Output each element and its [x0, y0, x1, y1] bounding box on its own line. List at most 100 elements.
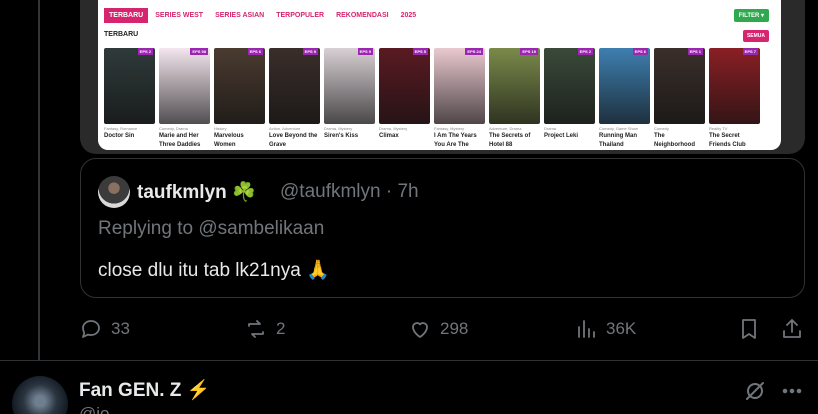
poster-genre: Drama, Mystery	[379, 126, 408, 131]
poster-title: I Am The Years You Are The Stars	[434, 133, 477, 148]
poster-genre: Action, Adventure	[269, 126, 301, 131]
embedded-poster-card: EPS 7 Reality TV The Secret Friends Club	[709, 48, 760, 150]
embedded-poster-card: EPS 98 Comedy, Drama Marie and Her Three D…	[159, 48, 210, 150]
embedded-poster-card: EPS 9 Drama, Mystery Siren's Kiss	[324, 48, 375, 150]
embedded-tab: SERIES ASIAN	[215, 12, 265, 19]
episode-badge: EPS 1	[687, 48, 703, 55]
poster-image: EPS 6	[599, 48, 650, 124]
poster-title: The Neighborhood	[654, 133, 695, 148]
next-handle[interactable]: @jo....	[79, 404, 128, 414]
poster-image: EPS 98	[159, 48, 210, 124]
embedded-website-screenshot: TERBARU SERIES WEST SERIES ASIAN TERPOPU…	[98, 0, 781, 150]
poster-image: EPS 1	[654, 48, 705, 124]
poster-image: EPS 24	[434, 48, 485, 124]
embedded-poster-row: EPS 2 Fantasy, Romance Doctor Sin EPS 98 Com…	[104, 48, 760, 150]
reply-button[interactable]: 33	[79, 317, 130, 341]
like-count: 298	[440, 319, 469, 338]
reply-count: 33	[111, 319, 130, 338]
embedded-poster-card: EPS 6 Comedy, Game Show Running Man Thaila…	[599, 48, 650, 150]
embedded-see-all: SEMUA	[742, 30, 769, 42]
poster-title: Climax	[379, 133, 399, 139]
view-count: 36K	[606, 319, 637, 338]
episode-badge: EPS 2	[137, 48, 153, 55]
quoted-tweet-card[interactable]: taufkmlyn ☘️ @taufkmlyn · 7h Replying to…	[80, 158, 805, 298]
poster-image: EPS 2	[104, 48, 155, 124]
tweet-media-image[interactable]: TERBARU SERIES WEST SERIES ASIAN TERPOPU…	[80, 0, 805, 154]
episode-badge: EPS 7	[742, 48, 758, 55]
poster-title: The Secret Friends Club	[709, 133, 746, 148]
poster-title: Siren's Kiss	[324, 133, 359, 139]
quoted-tweet-text: close dlu itu tab lk21nya 🙏	[98, 260, 330, 281]
repost-button[interactable]: 2	[244, 317, 285, 341]
episode-badge: EPS 19	[520, 48, 538, 55]
tweet-divider	[0, 360, 818, 361]
embedded-tab: TERBARU	[104, 8, 149, 23]
poster-genre: Comedy, Game Show	[599, 126, 638, 131]
heart-icon	[412, 322, 428, 338]
episode-badge: EPS 98	[190, 48, 208, 55]
poster-genre: Fantasy, Mystery	[434, 126, 465, 131]
poster-genre: Comedy, Drama	[159, 126, 188, 131]
poster-image: EPS 5	[379, 48, 430, 124]
poster-genre: Drama	[544, 126, 557, 131]
embedded-tab: SERIES WEST	[155, 12, 204, 19]
repost-count: 2	[276, 319, 286, 338]
episode-badge: EPS 2	[577, 48, 593, 55]
quoted-display-name[interactable]: taufkmlyn ☘️	[137, 180, 256, 204]
embedded-poster-card: EPS 2 Fantasy, Romance Doctor Sin	[104, 48, 155, 150]
views-button[interactable]: 36K	[574, 317, 636, 341]
embedded-poster-card: EPS 9 Action, Adventure Love Beyond the Gr…	[269, 48, 320, 150]
bookmark-button[interactable]	[737, 317, 761, 341]
poster-genre: Drama, Mystery	[324, 126, 353, 131]
quoted-handle-time[interactable]: @taufkmlyn · 7h	[280, 181, 419, 203]
poster-title: Project Leki	[544, 133, 579, 139]
poster-genre: Reality TV	[709, 126, 728, 131]
bookmark-icon	[742, 319, 756, 339]
poster-genre: Fantasy, Romance	[104, 126, 138, 131]
episode-badge: EPS 5	[412, 48, 428, 55]
reply-icon	[82, 320, 100, 338]
embedded-filter-button: FILTER ▾	[733, 9, 769, 22]
poster-image: EPS 9	[324, 48, 375, 124]
embedded-tab-bar: TERBARU SERIES WEST SERIES ASIAN TERPOPU…	[104, 8, 764, 23]
more-icon[interactable]	[780, 379, 804, 408]
poster-image: EPS 19	[489, 48, 540, 124]
poster-genre: History	[214, 126, 227, 131]
embedded-poster-card: EPS 19 Adventure, Drama The Secrets of Hot…	[489, 48, 540, 150]
poster-title: Love Beyond the Grave	[269, 133, 318, 148]
embedded-poster-card: EPS 6 History Marvelous Women	[214, 48, 265, 150]
embedded-poster-card: EPS 24 Fantasy, Mystery I Am The Years You…	[434, 48, 485, 150]
episode-badge: EPS 9	[302, 48, 318, 55]
embedded-tab: 2025	[400, 12, 417, 19]
thread-line	[38, 0, 40, 360]
poster-title: Doctor Sin	[104, 133, 135, 139]
grok-icon[interactable]	[743, 379, 767, 408]
like-button[interactable]: 298	[408, 317, 468, 341]
poster-genre: Adventure, Drama	[489, 126, 522, 131]
poster-image: EPS 9	[269, 48, 320, 124]
episode-badge: EPS 9	[357, 48, 373, 55]
avatar[interactable]	[98, 176, 130, 208]
replying-to-label: Replying to @sambelikaan	[98, 218, 325, 239]
share-button[interactable]	[780, 317, 804, 341]
embedded-poster-card: EPS 5 Drama, Mystery Climax	[379, 48, 430, 150]
poster-image: EPS 7	[709, 48, 760, 124]
poster-image: EPS 2	[544, 48, 595, 124]
embedded-section-title: TERBARU	[104, 31, 139, 38]
repost-icon	[248, 320, 264, 338]
poster-title: Marvelous Women	[214, 133, 244, 148]
next-display-name[interactable]: Fan GEN. Z ⚡	[79, 378, 210, 402]
poster-genre: Comedy	[654, 126, 669, 131]
episode-badge: EPS 6	[247, 48, 263, 55]
avatar[interactable]	[12, 376, 68, 414]
embedded-tab: REKOMENDASI	[336, 12, 389, 19]
views-icon	[578, 320, 595, 338]
poster-title: The Secrets of Hotel 88	[489, 133, 531, 148]
episode-badge: EPS 24	[465, 48, 483, 55]
embedded-poster-card: EPS 1 Comedy The Neighborhood	[654, 48, 705, 150]
poster-title: Marie and Her Three Daddies	[159, 133, 201, 148]
episode-badge: EPS 6	[632, 48, 648, 55]
embedded-tab: TERPOPULER	[276, 12, 325, 19]
embedded-poster-card: EPS 2 Drama Project Leki	[544, 48, 595, 150]
poster-title: Running Man Thailand	[599, 133, 637, 148]
